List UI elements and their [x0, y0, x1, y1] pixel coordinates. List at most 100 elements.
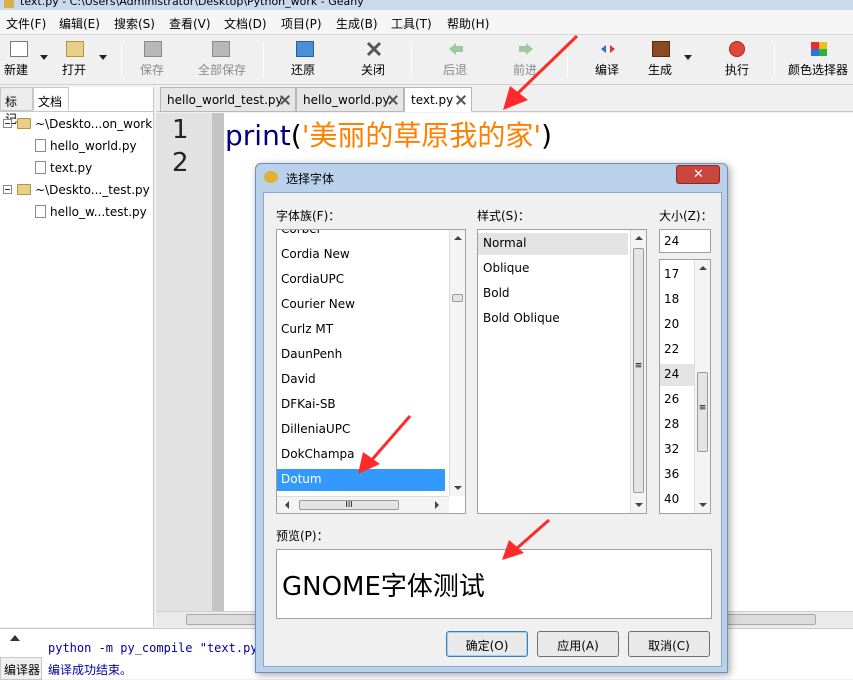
- revert-icon: [296, 41, 314, 57]
- scrollbar-thumb[interactable]: [452, 294, 463, 302]
- tab-text-py[interactable]: text.py: [404, 87, 472, 112]
- menu-project[interactable]: 项目(P): [281, 15, 322, 32]
- close-x-icon: [365, 41, 383, 57]
- scroll-left-arrow-icon[interactable]: [285, 501, 289, 509]
- list-item[interactable]: 20: [664, 314, 679, 336]
- folder-icon: [17, 118, 31, 129]
- menu-tools[interactable]: 工具(T): [391, 15, 432, 32]
- collapse-toggle-icon[interactable]: [3, 185, 12, 194]
- font-family-list[interactable]: Corbel Cordia New CordiaUPC Courier New …: [276, 229, 466, 514]
- list-item[interactable]: 28: [664, 414, 679, 436]
- family-vertical-scrollbar[interactable]: [449, 230, 465, 496]
- code-string: '美丽的草原我的家': [301, 119, 542, 152]
- size-input[interactable]: 24: [659, 229, 711, 253]
- font-size-list[interactable]: 17 18 20 22 24 26 28 32 36 40 ≡: [659, 259, 711, 514]
- line-number: 2: [172, 148, 189, 178]
- list-item[interactable]: DaunPenh: [281, 344, 342, 366]
- scrollbar-thumb[interactable]: ≡: [633, 248, 644, 493]
- list-item[interactable]: Bold: [483, 283, 510, 305]
- tree-folder-row[interactable]: ~\Deskto..._test.py: [0, 182, 153, 202]
- compiler-tab[interactable]: 编译器: [0, 657, 42, 680]
- scroll-right-arrow-icon[interactable]: [435, 501, 439, 509]
- collapse-toggle-icon[interactable]: [3, 119, 12, 128]
- list-item[interactable]: 26: [664, 389, 679, 411]
- list-item[interactable]: DilleniaUPC: [281, 419, 350, 441]
- scroll-down-arrow-icon[interactable]: [454, 486, 462, 490]
- menu-search[interactable]: 搜索(S): [114, 15, 155, 32]
- sidebar-tab-divider: [0, 111, 153, 112]
- tab-close-icon[interactable]: [455, 94, 467, 106]
- list-item-selected[interactable]: 24: [660, 364, 694, 386]
- list-item[interactable]: Oblique: [483, 258, 529, 280]
- list-item[interactable]: Corbel: [281, 230, 320, 241]
- family-label: 字体族(F)：: [276, 209, 341, 223]
- scroll-up-arrow-icon[interactable]: [699, 266, 707, 270]
- style-label: 样式(S)：: [477, 209, 530, 223]
- menu-edit[interactable]: 编辑(E): [59, 15, 100, 32]
- list-item[interactable]: 36: [664, 464, 679, 486]
- menu-view[interactable]: 查看(V): [169, 15, 211, 32]
- dialog-body: 字体族(F)： 样式(S)： 大小(Z)： Corbel Cordia New …: [263, 192, 722, 667]
- menu-file[interactable]: 文件(F): [6, 15, 46, 32]
- tab-close-icon[interactable]: [279, 94, 291, 106]
- tab-close-icon[interactable]: [387, 94, 399, 106]
- window-title: text.py - C:\Users\Administrator\Desktop…: [20, 0, 364, 8]
- apply-button[interactable]: 应用(A): [537, 631, 619, 657]
- tree-folder-row[interactable]: ~\Deskto...on_work: [0, 116, 153, 136]
- scroll-up-arrow-icon[interactable]: [635, 236, 643, 240]
- scrollbar-thumb[interactable]: III: [299, 500, 399, 510]
- font-style-list[interactable]: Normal Oblique Bold Bold Oblique ≡: [477, 229, 647, 514]
- dialog-title: 选择字体: [286, 172, 335, 186]
- list-item[interactable]: Curlz MT: [281, 319, 333, 341]
- panel-collapse-icon[interactable]: [10, 635, 20, 641]
- build-brick-icon: [652, 41, 670, 57]
- new-dropdown-arrow-icon[interactable]: [40, 55, 48, 60]
- sidebar-tab-documents[interactable]: 文档: [33, 87, 69, 111]
- toolbar-separator: [567, 43, 568, 77]
- execute-gear-icon: [729, 41, 745, 57]
- size-vertical-scrollbar[interactable]: ≡: [694, 260, 710, 513]
- list-item[interactable]: DokChampa: [281, 444, 355, 466]
- preview-box[interactable]: GNOME字体测试: [276, 549, 712, 619]
- dialog-close-button[interactable]: ✕: [676, 165, 720, 184]
- list-item-selected[interactable]: Normal: [478, 233, 628, 255]
- list-item[interactable]: Bold Oblique: [483, 308, 560, 330]
- folder-icon: [17, 184, 31, 195]
- size-label: 大小(Z)：: [659, 209, 713, 223]
- tree-file-row[interactable]: hello_world.py: [0, 138, 153, 158]
- menu-build[interactable]: 生成(B): [336, 15, 378, 32]
- tree-file-row[interactable]: text.py: [0, 160, 153, 180]
- ok-button[interactable]: 确定(O): [446, 631, 528, 657]
- list-item-selected[interactable]: Dotum: [277, 469, 445, 491]
- list-item[interactable]: David: [281, 369, 316, 391]
- file-icon: [35, 205, 46, 218]
- family-horizontal-scrollbar[interactable]: III: [277, 496, 449, 513]
- sidebar-tab-symbols[interactable]: 标记: [0, 87, 33, 126]
- tab-hello-world-test[interactable]: hello_world_test.py: [160, 87, 296, 112]
- style-vertical-scrollbar[interactable]: ≡: [630, 230, 646, 513]
- list-item[interactable]: DFKai-SB: [281, 394, 336, 416]
- menu-document[interactable]: 文档(D): [224, 15, 267, 32]
- cancel-button[interactable]: 取消(C): [628, 631, 710, 657]
- list-item[interactable]: 17: [664, 264, 679, 286]
- toolbar-separator: [774, 43, 775, 77]
- tree-file-row[interactable]: hello_w...test.py: [0, 204, 153, 224]
- list-item[interactable]: 40: [664, 489, 679, 511]
- scroll-up-arrow-icon[interactable]: [454, 236, 462, 240]
- code-function: print: [225, 119, 291, 152]
- open-dropdown-arrow-icon[interactable]: [99, 55, 107, 60]
- list-item[interactable]: 18: [664, 289, 679, 311]
- window-titlebar: text.py - C:\Users\Administrator\Desktop…: [0, 0, 853, 10]
- list-item[interactable]: CordiaUPC: [281, 269, 344, 291]
- code-line[interactable]: print('美丽的草原我的家'): [225, 114, 552, 154]
- list-item[interactable]: 22: [664, 339, 679, 361]
- scroll-down-arrow-icon[interactable]: [699, 503, 707, 507]
- list-item[interactable]: Cordia New: [281, 244, 350, 266]
- list-item[interactable]: Courier New: [281, 294, 355, 316]
- menu-help[interactable]: 帮助(H): [447, 15, 489, 32]
- scrollbar-thumb[interactable]: ≡: [697, 372, 708, 452]
- build-dropdown-arrow-icon[interactable]: [684, 55, 692, 60]
- scroll-down-arrow-icon[interactable]: [635, 503, 643, 507]
- tab-hello-world[interactable]: hello_world.py: [296, 87, 404, 112]
- list-item[interactable]: 32: [664, 439, 679, 461]
